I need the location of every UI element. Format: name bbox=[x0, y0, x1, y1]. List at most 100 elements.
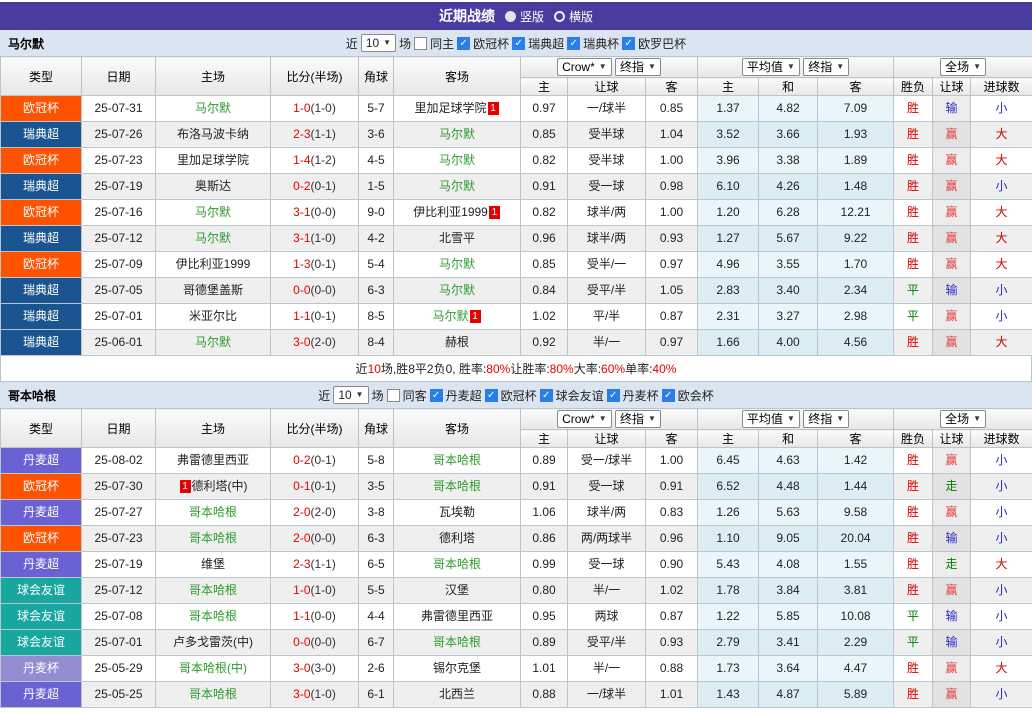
team-name[interactable]: 哥本哈根 bbox=[189, 531, 237, 545]
team-name[interactable]: 哥本哈根 bbox=[189, 583, 237, 597]
team-name[interactable]: 哥本哈根 bbox=[189, 609, 237, 623]
odds-time-select[interactable]: 终指▼ bbox=[615, 58, 661, 76]
team-name[interactable]: 马尔默 bbox=[439, 127, 475, 141]
league-checkbox-label[interactable]: 瑞典超 bbox=[528, 35, 564, 52]
team-name[interactable]: 汉堡 bbox=[445, 583, 469, 597]
team-name[interactable]: 哥本哈根 bbox=[189, 505, 237, 519]
team-name[interactable]: 北雪平 bbox=[439, 231, 475, 245]
odds-source-select[interactable]: Crow*▼ bbox=[557, 58, 612, 76]
team-name[interactable]: 卢多戈雷茨(中) bbox=[173, 635, 253, 649]
league-checkbox-label[interactable]: 球会友谊 bbox=[556, 387, 604, 404]
team-name[interactable]: 里加足球学院 bbox=[414, 101, 486, 115]
odds-time-select[interactable]: 终指▼ bbox=[615, 410, 661, 428]
league-checkbox-label[interactable]: 丹麦杯 bbox=[623, 387, 659, 404]
league-checkbox[interactable]: ✓ bbox=[567, 37, 580, 50]
fulltime-score[interactable]: 3-1 bbox=[293, 231, 310, 245]
team-name[interactable]: 哥本哈根 bbox=[433, 635, 481, 649]
league-checkbox[interactable]: ✓ bbox=[430, 389, 443, 402]
team-name[interactable]: 哥本哈根 bbox=[433, 453, 481, 467]
odds-away: 0.90 bbox=[646, 552, 698, 578]
team-name[interactable]: 伊比利亚1999 bbox=[413, 205, 488, 219]
fulltime-score[interactable]: 0-1 bbox=[293, 479, 310, 493]
league-checkbox[interactable]: ✓ bbox=[622, 37, 635, 50]
team-name[interactable]: 哥本哈根(中) bbox=[179, 661, 247, 675]
scope-select[interactable]: 全场▼ bbox=[940, 410, 986, 428]
fulltime-score[interactable]: 3-0 bbox=[293, 335, 310, 349]
league-checkbox-label[interactable]: 欧冠杯 bbox=[473, 35, 509, 52]
avg-time-select[interactable]: 终指▼ bbox=[803, 58, 849, 76]
same-venue-checkbox[interactable] bbox=[387, 389, 400, 402]
team-name[interactable]: 马尔默 bbox=[439, 153, 475, 167]
fulltime-score[interactable]: 1-0 bbox=[293, 583, 310, 597]
team-name[interactable]: 奥斯达 bbox=[195, 179, 231, 193]
team-name[interactable]: 里加足球学院 bbox=[177, 153, 249, 167]
result-outcome: 胜 bbox=[894, 252, 933, 278]
team-name[interactable]: 赫根 bbox=[445, 335, 469, 349]
team-name[interactable]: 伊比利亚1999 bbox=[176, 257, 251, 271]
fulltime-score[interactable]: 2-3 bbox=[293, 127, 310, 141]
fulltime-score[interactable]: 3-0 bbox=[293, 687, 310, 701]
team-name[interactable]: 马尔默 bbox=[439, 283, 475, 297]
team-name[interactable]: 瓦埃勒 bbox=[439, 505, 475, 519]
scope-select[interactable]: 全场▼ bbox=[940, 58, 986, 76]
fulltime-score[interactable]: 1-3 bbox=[293, 257, 310, 271]
team-name[interactable]: 马尔默 bbox=[195, 205, 231, 219]
same-venue-checkbox[interactable] bbox=[414, 37, 427, 50]
fulltime-score[interactable]: 2-0 bbox=[293, 505, 310, 519]
team-name[interactable]: 哥德堡盖斯 bbox=[183, 283, 243, 297]
match-count-select[interactable]: 10 ▼ bbox=[333, 386, 368, 404]
avg-time-select[interactable]: 终指▼ bbox=[803, 410, 849, 428]
team-name[interactable]: 马尔默 bbox=[195, 335, 231, 349]
league-checkbox-label[interactable]: 欧会杯 bbox=[678, 387, 714, 404]
team-name[interactable]: 北西兰 bbox=[439, 687, 475, 701]
radio-button-icon[interactable] bbox=[505, 11, 516, 22]
league-checkbox[interactable]: ✓ bbox=[607, 389, 620, 402]
radio-vertical-label[interactable]: 竖版 bbox=[520, 8, 544, 25]
team-name[interactable]: 德利塔(中) bbox=[192, 479, 248, 493]
fulltime-score[interactable]: 0-2 bbox=[293, 453, 310, 467]
team-name[interactable]: 马尔默 bbox=[439, 257, 475, 271]
radio-button-icon[interactable] bbox=[554, 11, 565, 22]
fulltime-score[interactable]: 2-3 bbox=[293, 557, 310, 571]
team-name[interactable]: 德利塔 bbox=[439, 531, 475, 545]
fulltime-score[interactable]: 1-1 bbox=[293, 609, 310, 623]
fulltime-score[interactable]: 1-4 bbox=[293, 153, 310, 167]
fulltime-score[interactable]: 0-0 bbox=[293, 283, 310, 297]
layout-radio-vertical[interactable]: 竖版 bbox=[505, 8, 544, 25]
fulltime-score[interactable]: 3-0 bbox=[293, 661, 310, 675]
fulltime-score[interactable]: 2-0 bbox=[293, 531, 310, 545]
league-checkbox[interactable]: ✓ bbox=[662, 389, 675, 402]
team-name[interactable]: 马尔默 bbox=[195, 231, 231, 245]
league-checkbox[interactable]: ✓ bbox=[540, 389, 553, 402]
fulltime-score[interactable]: 1-0 bbox=[293, 101, 310, 115]
fulltime-score[interactable]: 0-0 bbox=[293, 635, 310, 649]
league-checkbox-label[interactable]: 欧冠杯 bbox=[501, 387, 537, 404]
team-name[interactable]: 弗雷德里西亚 bbox=[177, 453, 249, 467]
fulltime-score[interactable]: 0-2 bbox=[293, 179, 310, 193]
radio-horizontal-label[interactable]: 横版 bbox=[569, 8, 593, 25]
league-checkbox-label[interactable]: 丹麦超 bbox=[446, 387, 482, 404]
league-checkbox[interactable]: ✓ bbox=[485, 389, 498, 402]
team-name[interactable]: 布洛马波卡纳 bbox=[177, 127, 249, 141]
team-name[interactable]: 马尔默 bbox=[432, 309, 468, 323]
team-name[interactable]: 弗雷德里西亚 bbox=[421, 609, 493, 623]
odds-source-select[interactable]: Crow*▼ bbox=[557, 410, 612, 428]
fulltime-score[interactable]: 3-1 bbox=[293, 205, 310, 219]
team-name[interactable]: 马尔默 bbox=[439, 179, 475, 193]
team-name[interactable]: 马尔默 bbox=[195, 101, 231, 115]
league-checkbox[interactable]: ✓ bbox=[457, 37, 470, 50]
league-checkbox[interactable]: ✓ bbox=[512, 37, 525, 50]
layout-radio-horizontal[interactable]: 横版 bbox=[554, 8, 593, 25]
team-name[interactable]: 米亚尔比 bbox=[189, 309, 237, 323]
avg-source-select[interactable]: 平均值▼ bbox=[742, 58, 800, 76]
fulltime-score[interactable]: 1-1 bbox=[293, 309, 310, 323]
team-name[interactable]: 哥本哈根 bbox=[433, 479, 481, 493]
team-name[interactable]: 哥本哈根 bbox=[189, 687, 237, 701]
team-name[interactable]: 锡尔克堡 bbox=[433, 661, 481, 675]
team-name[interactable]: 哥本哈根 bbox=[433, 557, 481, 571]
team-name[interactable]: 维堡 bbox=[201, 557, 225, 571]
avg-source-select[interactable]: 平均值▼ bbox=[742, 410, 800, 428]
league-checkbox-label[interactable]: 欧罗巴杯 bbox=[638, 35, 686, 52]
match-count-select[interactable]: 10 ▼ bbox=[361, 34, 396, 52]
league-checkbox-label[interactable]: 瑞典杯 bbox=[583, 35, 619, 52]
